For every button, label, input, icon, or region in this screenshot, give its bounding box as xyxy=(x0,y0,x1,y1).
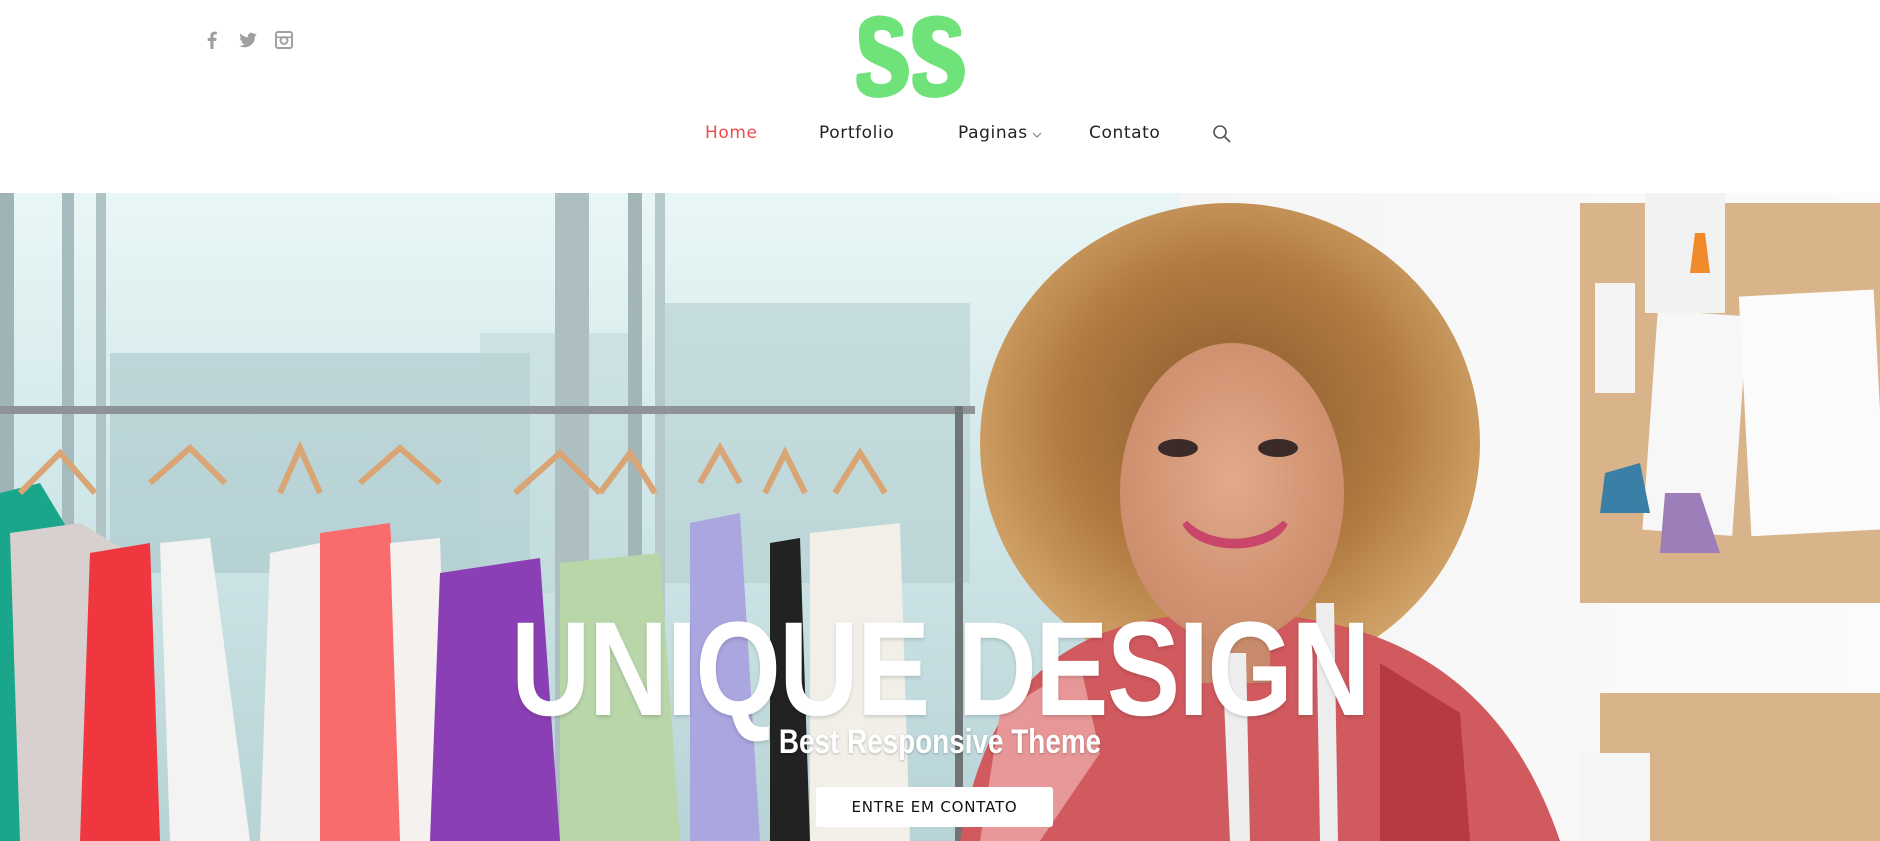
hero-title: UNIQUE DESIGN xyxy=(511,595,1370,744)
main-nav: Home Portfolio Paginas Contato xyxy=(0,120,1880,150)
twitter-icon xyxy=(239,32,257,48)
site-logo xyxy=(856,15,965,98)
chevron-down-icon[interactable] xyxy=(1032,131,1042,139)
twitter-link[interactable] xyxy=(236,28,260,52)
contact-button[interactable]: ENTRE EM CONTATO xyxy=(816,787,1053,827)
social-links xyxy=(200,28,296,52)
facebook-icon xyxy=(207,31,217,49)
nav-portfolio[interactable]: Portfolio xyxy=(819,120,894,146)
hero-subtitle: Best Responsive Theme xyxy=(778,723,1102,761)
site-header: Home Portfolio Paginas Contato xyxy=(0,0,1880,193)
instagram-link[interactable] xyxy=(272,28,296,52)
hero-banner: UNIQUE DESIGN Best Responsive Theme ENTR… xyxy=(0,193,1880,841)
facebook-link[interactable] xyxy=(200,28,224,52)
instagram-icon xyxy=(275,31,293,49)
nav-contato[interactable]: Contato xyxy=(1089,120,1160,146)
nav-paginas[interactable]: Paginas xyxy=(958,120,1028,146)
nav-home[interactable]: Home xyxy=(705,120,758,146)
search-icon[interactable] xyxy=(1212,124,1232,144)
